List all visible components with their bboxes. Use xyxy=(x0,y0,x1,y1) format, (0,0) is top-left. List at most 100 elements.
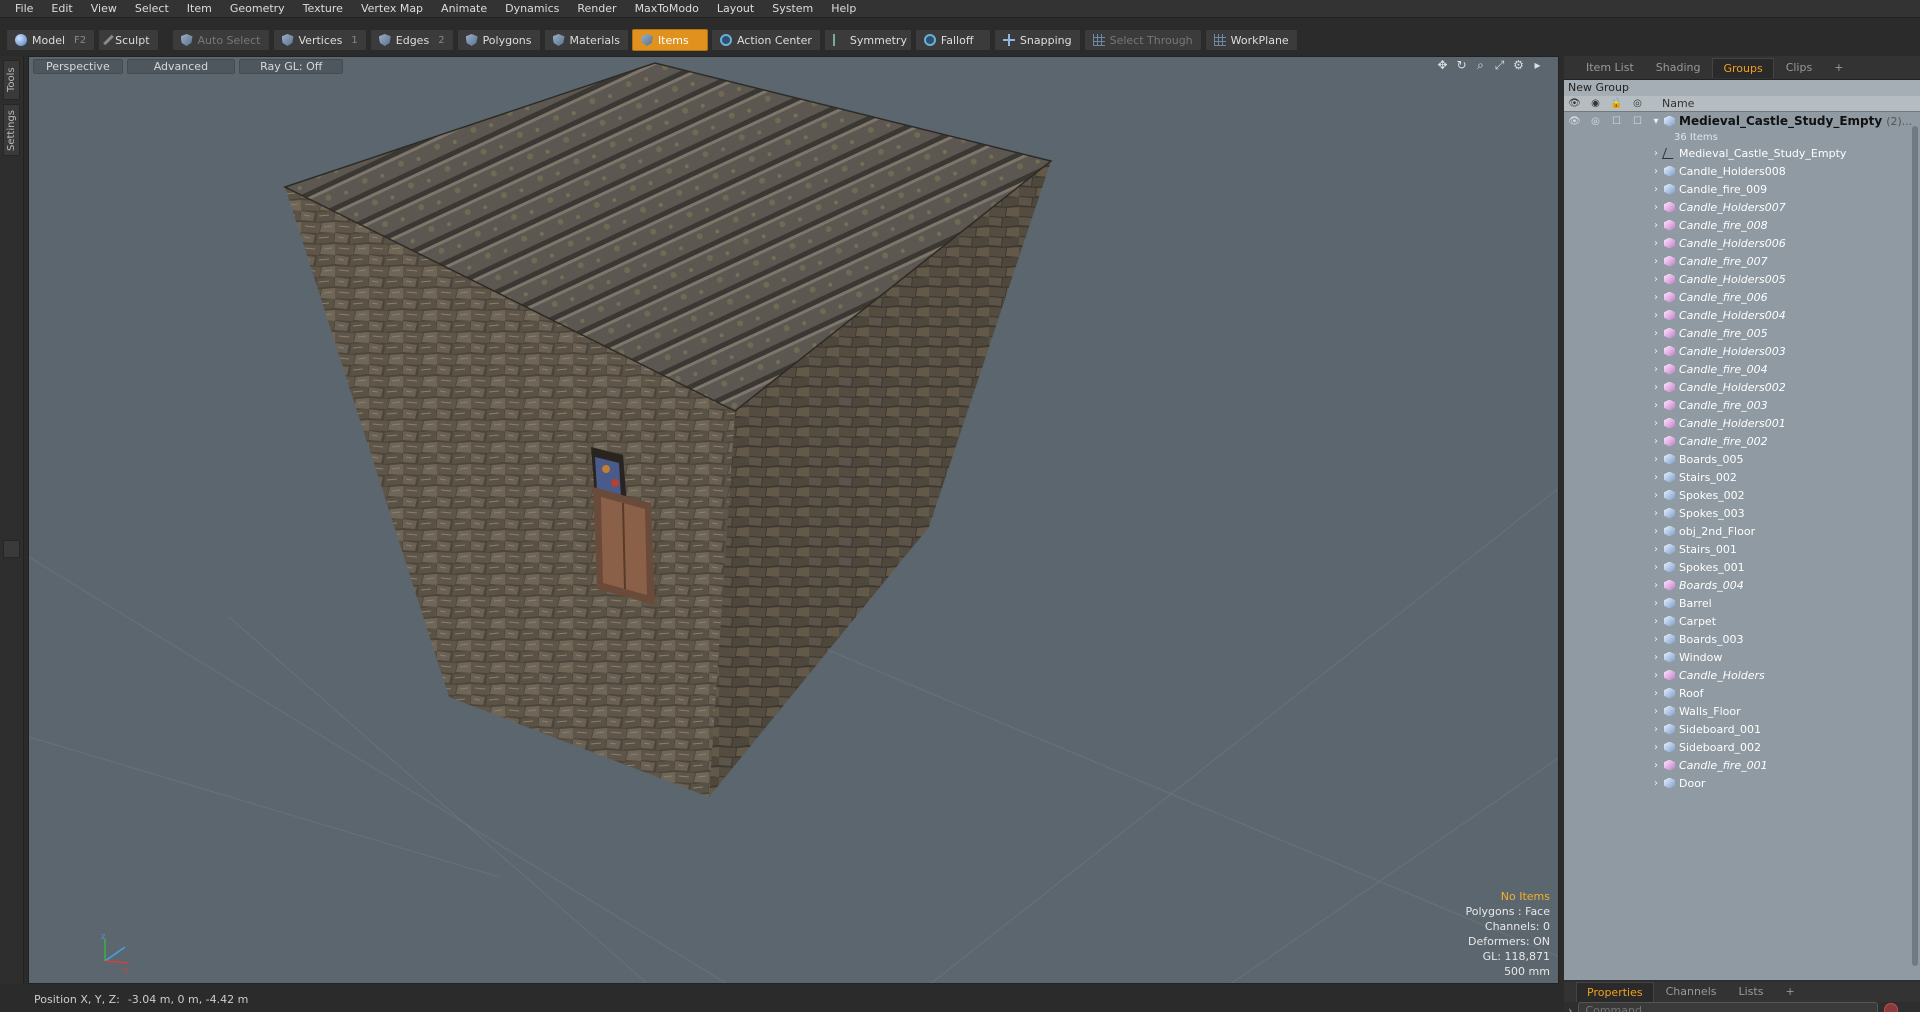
list-item[interactable]: › Sideboard_002 xyxy=(1564,738,1920,756)
expand-arrow-icon[interactable]: › xyxy=(1648,436,1664,447)
menu-maxtomodo[interactable]: MaxToModo xyxy=(626,0,708,18)
list-item[interactable]: › Boards_003 xyxy=(1564,630,1920,648)
symmetry-button[interactable]: Symmetry xyxy=(823,29,912,51)
model-button[interactable]: Model F2 xyxy=(6,29,96,51)
expand-arrow-icon[interactable]: › xyxy=(1648,202,1664,213)
lock-col-icon[interactable]: 🔒 xyxy=(1606,98,1627,109)
list-item[interactable]: › Stairs_002 xyxy=(1564,468,1920,486)
items-button[interactable]: Items xyxy=(631,29,708,51)
menu-select[interactable]: Select xyxy=(126,0,178,18)
list-item[interactable]: › Boards_004 xyxy=(1564,576,1920,594)
expand-arrow-icon[interactable]: › xyxy=(1648,490,1664,501)
tab-lists[interactable]: Lists xyxy=(1729,982,1774,1002)
materials-button[interactable]: Materials xyxy=(543,29,629,51)
list-item[interactable]: › Candle_fire_009 xyxy=(1564,180,1920,198)
list-item[interactable]: › Spokes_001 xyxy=(1564,558,1920,576)
settings-tab[interactable]: Settings xyxy=(3,104,20,156)
ray-gl-tab[interactable]: Ray GL: Off xyxy=(239,58,344,74)
expand-arrow-icon[interactable]: › xyxy=(1648,418,1664,429)
expand-arrow-icon[interactable]: ▾ xyxy=(1648,116,1664,127)
visibility-icon[interactable]: 👁 xyxy=(1564,116,1585,127)
menu-geometry[interactable]: Geometry xyxy=(221,0,294,18)
polygons-button[interactable]: Polygons xyxy=(456,29,541,51)
zoom-icon[interactable]: ⌕ xyxy=(1474,59,1487,72)
groups-scrollbar[interactable] xyxy=(1912,126,1918,966)
menu-view[interactable]: View xyxy=(82,0,126,18)
list-item[interactable]: › Walls_Floor xyxy=(1564,702,1920,720)
list-item[interactable]: › Barrel xyxy=(1564,594,1920,612)
list-item[interactable]: › Carpet xyxy=(1564,612,1920,630)
list-item[interactable]: › Candle_Holders007 xyxy=(1564,198,1920,216)
tab-item-list[interactable]: Item List xyxy=(1576,58,1644,78)
list-item[interactable]: › Candle_Holders003 xyxy=(1564,342,1920,360)
menu-vertex-map[interactable]: Vertex Map xyxy=(352,0,432,18)
expand-arrow-icon[interactable]: › xyxy=(1648,544,1664,555)
list-item[interactable]: › Door xyxy=(1564,774,1920,792)
lock-icon[interactable]: ☐ xyxy=(1606,116,1627,127)
expand-arrow-icon[interactable]: › xyxy=(1648,328,1664,339)
perspective-tab[interactable]: Perspective xyxy=(33,58,123,74)
workplane-button[interactable]: WorkPlane xyxy=(1204,29,1298,51)
list-item[interactable]: › Candle_Holders008 xyxy=(1564,162,1920,180)
expand-arrow-icon[interactable]: › xyxy=(1648,562,1664,573)
list-item[interactable]: › Candle_fire_001 xyxy=(1564,756,1920,774)
command-input[interactable] xyxy=(1578,1001,1879,1012)
expand-arrow-icon[interactable]: › xyxy=(1648,706,1664,717)
list-item[interactable]: › Candle_Holders004 xyxy=(1564,306,1920,324)
menu-texture[interactable]: Texture xyxy=(294,0,352,18)
viewport-menu-arrow-icon[interactable]: ▸ xyxy=(1531,59,1544,72)
list-item[interactable]: › Candle_Holders002 xyxy=(1564,378,1920,396)
expand-arrow-icon[interactable]: › xyxy=(1648,634,1664,645)
menu-item[interactable]: Item xyxy=(178,0,221,18)
expand-arrow-icon[interactable]: › xyxy=(1648,220,1664,231)
menu-help[interactable]: Help xyxy=(822,0,865,18)
3d-viewport[interactable]: Perspective Advanced Ray GL: Off ✥ ↻ ⌕ ⤢… xyxy=(28,56,1559,984)
tools-tab[interactable]: Tools xyxy=(3,60,20,100)
tab-properties[interactable]: Properties xyxy=(1576,982,1654,1002)
list-item[interactable]: › Window xyxy=(1564,648,1920,666)
sculpt-button[interactable]: Sculpt xyxy=(98,29,159,51)
expand-arrow-icon[interactable]: › xyxy=(1648,292,1664,303)
expand-arrow-icon[interactable]: › xyxy=(1648,274,1664,285)
render-col-icon[interactable]: ◉ xyxy=(1585,98,1606,109)
menu-system[interactable]: System xyxy=(763,0,822,18)
expand-arrow-icon[interactable]: › xyxy=(1648,688,1664,699)
new-group-button[interactable]: New Group xyxy=(1564,80,1920,96)
group-row[interactable]: 👁 ◎ ☐ ☐ ▾ Medieval_Castle_Study_Empty (2)..… xyxy=(1564,112,1920,130)
expand-arrow-icon[interactable]: › xyxy=(1648,400,1664,411)
select-icon[interactable]: ☐ xyxy=(1627,116,1648,127)
menu-file[interactable]: File xyxy=(6,0,42,18)
list-item[interactable]: › Candle_fire_005 xyxy=(1564,324,1920,342)
expand-arrow-icon[interactable]: › xyxy=(1648,238,1664,249)
expand-arrow-icon[interactable]: › xyxy=(1648,526,1664,537)
expand-arrow-icon[interactable]: › xyxy=(1648,616,1664,627)
list-item[interactable]: › Sideboard_001 xyxy=(1564,720,1920,738)
expand-arrow-icon[interactable]: › xyxy=(1648,598,1664,609)
expand-arrow-icon[interactable]: › xyxy=(1648,670,1664,681)
stop-icon[interactable] xyxy=(1884,1003,1899,1012)
expand-arrow-icon[interactable]: › xyxy=(1648,364,1664,375)
list-item[interactable]: › Candle_Holders005 xyxy=(1564,270,1920,288)
list-item[interactable]: › obj_2nd_Floor xyxy=(1564,522,1920,540)
select-col-icon[interactable]: ◎ xyxy=(1627,98,1648,109)
list-item[interactable]: › Roof xyxy=(1564,684,1920,702)
expand-arrow-icon[interactable]: › xyxy=(1648,508,1664,519)
list-item[interactable]: › Stairs_001 xyxy=(1564,540,1920,558)
menu-animate[interactable]: Animate xyxy=(432,0,496,18)
expand-arrow-icon[interactable]: › xyxy=(1648,256,1664,267)
render-icon[interactable]: ◎ xyxy=(1585,116,1606,127)
tab-clips[interactable]: Clips xyxy=(1776,58,1823,78)
maximize-icon[interactable]: ⤢ xyxy=(1493,59,1506,72)
side-collapse-handle[interactable] xyxy=(3,540,20,558)
menu-render[interactable]: Render xyxy=(568,0,625,18)
add-bottom-tab-button[interactable]: + xyxy=(1775,982,1804,1002)
expand-arrow-icon[interactable]: › xyxy=(1648,580,1664,591)
list-item[interactable]: › Spokes_003 xyxy=(1564,504,1920,522)
settings-gear-icon[interactable]: ⚙ xyxy=(1512,59,1525,72)
expand-arrow-icon[interactable]: › xyxy=(1648,310,1664,321)
list-item[interactable]: › Candle_Holders006 xyxy=(1564,234,1920,252)
expand-arrow-icon[interactable]: › xyxy=(1648,724,1664,735)
edges-button[interactable]: Edges 2 xyxy=(369,29,454,51)
list-item[interactable]: › Spokes_002 xyxy=(1564,486,1920,504)
vertices-button[interactable]: Vertices 1 xyxy=(272,29,367,51)
